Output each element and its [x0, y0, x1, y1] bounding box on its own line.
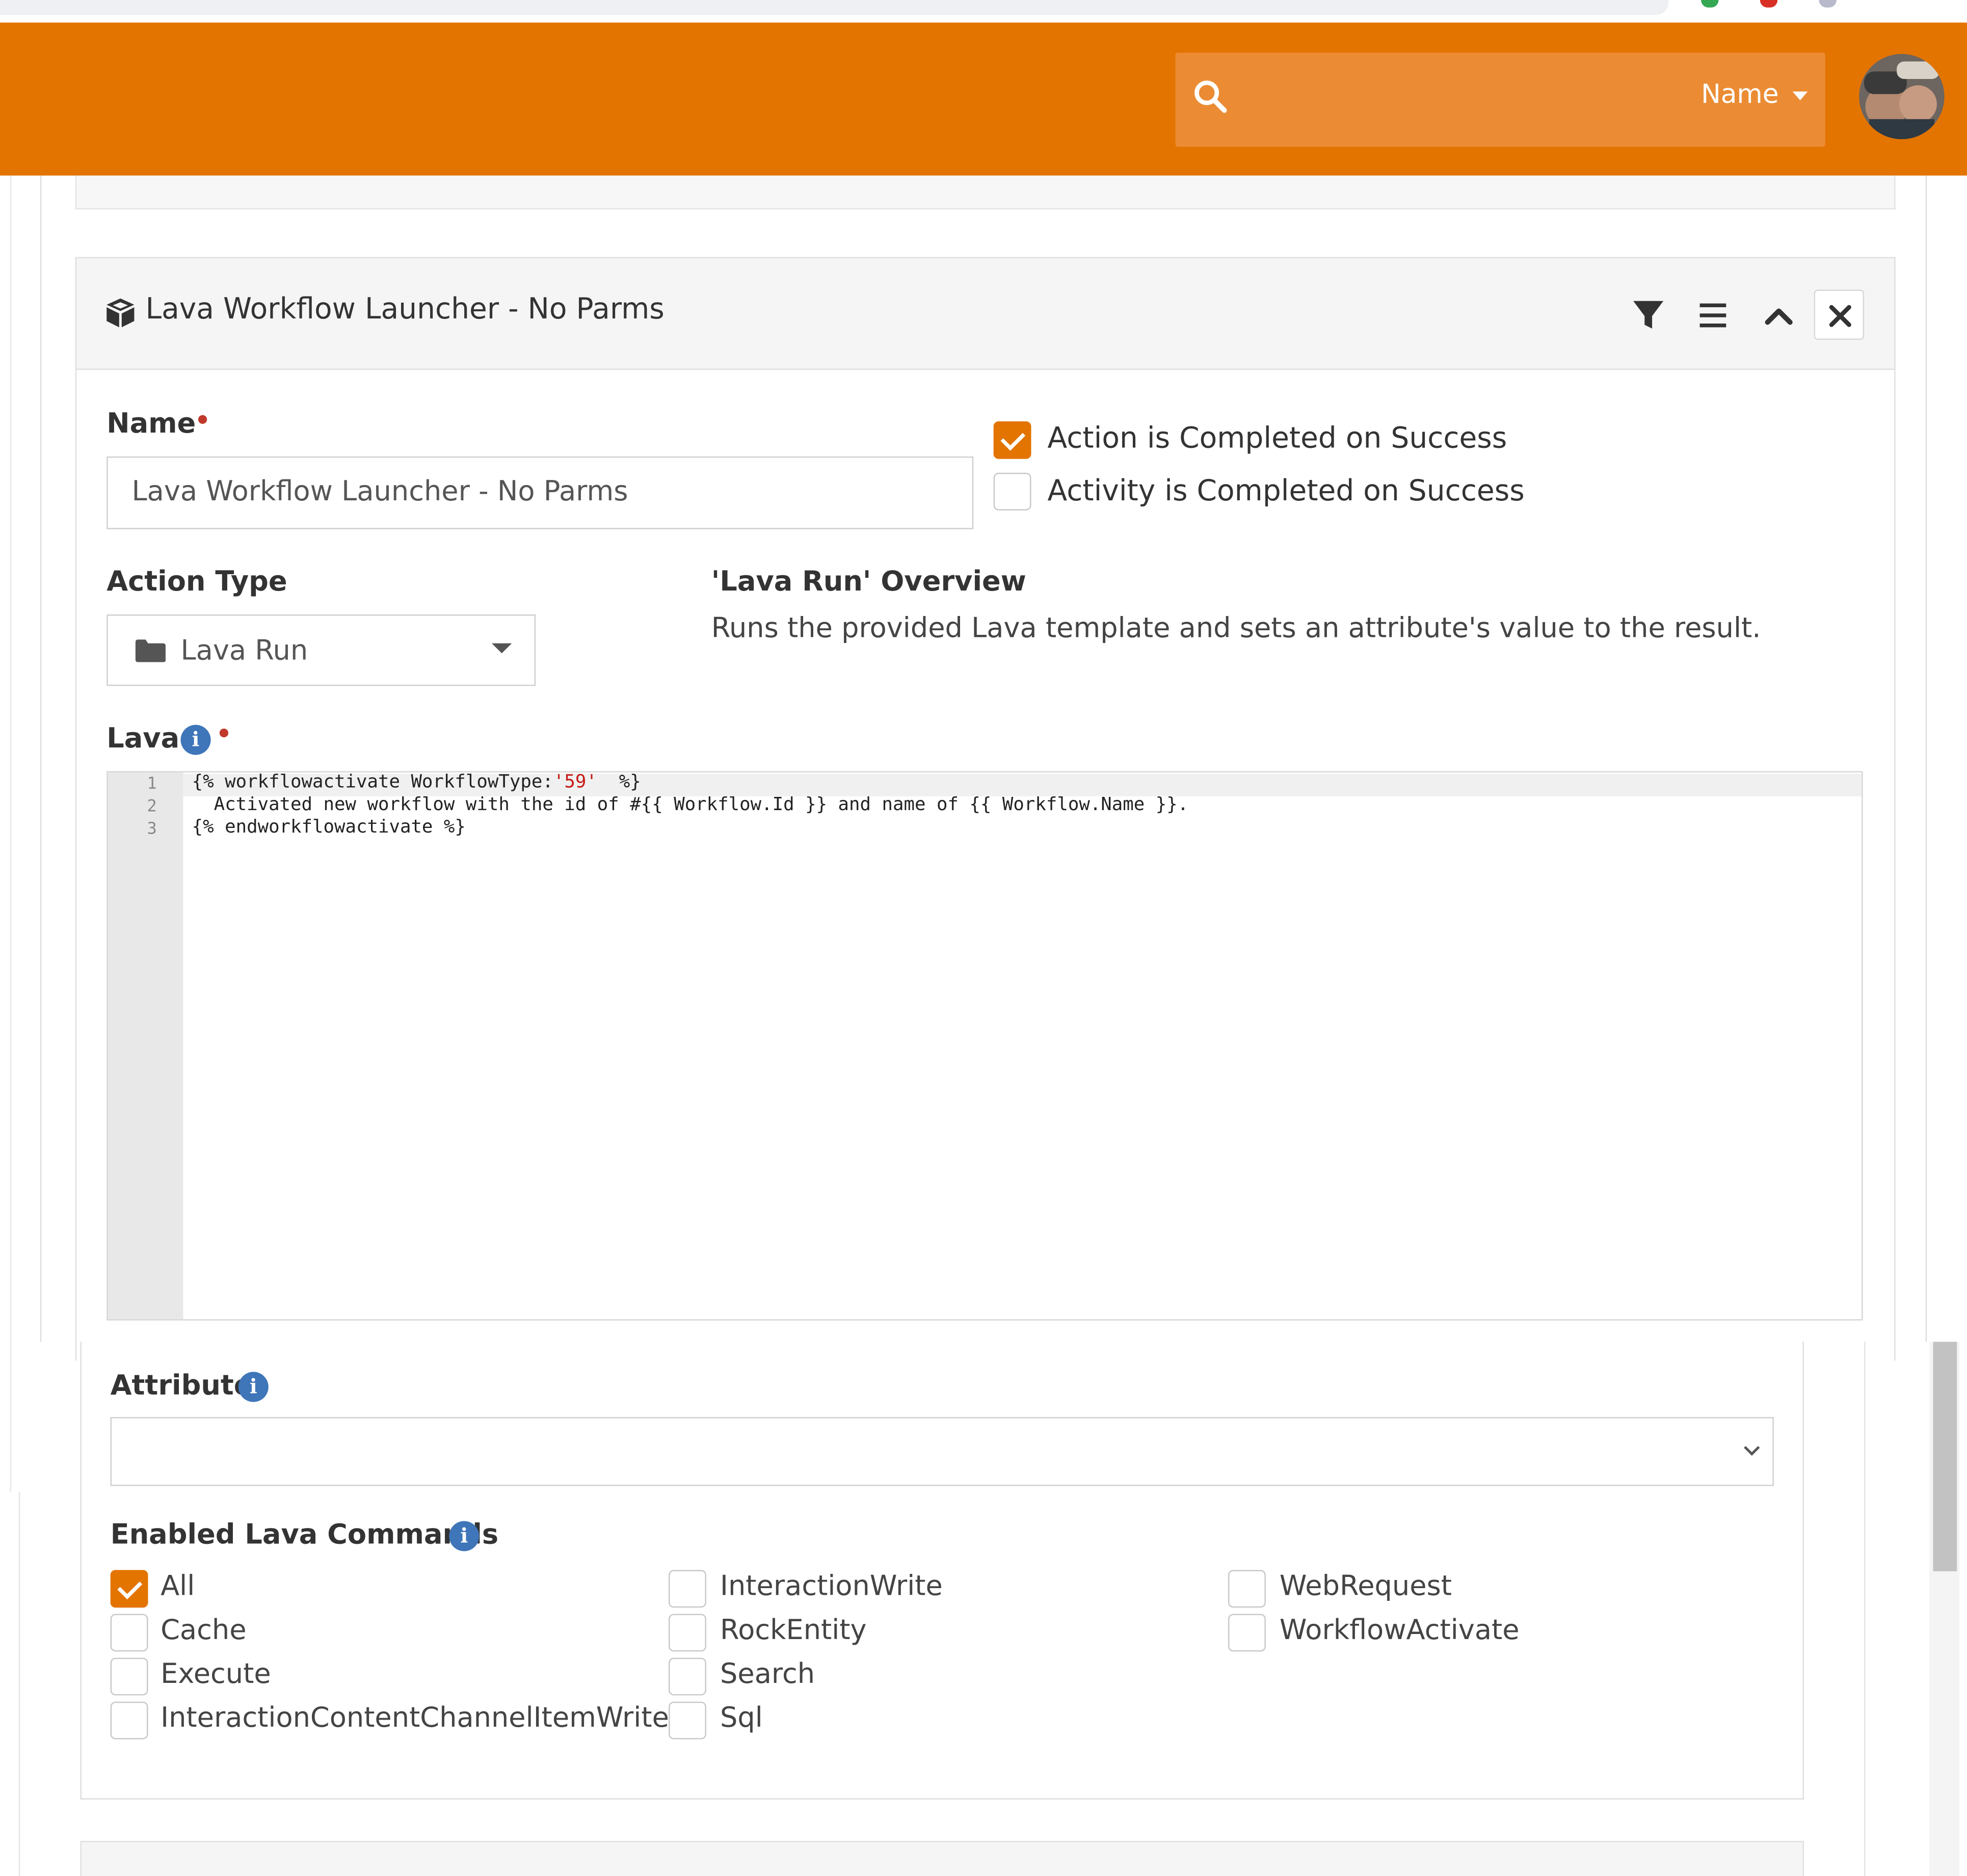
command-label: Search	[720, 1659, 815, 1691]
command-search-checkbox[interactable]	[669, 1657, 706, 1696]
command-webrequest-checkbox[interactable]	[1228, 1570, 1266, 1608]
folder-icon	[135, 639, 166, 662]
command-cache-checkbox[interactable]	[110, 1614, 148, 1652]
code-token: %}	[597, 772, 641, 793]
code-line[interactable]: {% workflowactivate WorkflowType:'59' %}	[192, 772, 641, 792]
required-indicator	[219, 728, 229, 738]
action-panel-border	[1802, 1342, 1804, 1800]
info-icon[interactable]: i	[238, 1372, 269, 1402]
lava-label: Lava	[107, 723, 180, 755]
caret-down-icon	[1792, 91, 1807, 100]
activity-completed-label: Activity is Completed on Success	[1047, 475, 1525, 508]
filter-icon[interactable]	[1623, 291, 1673, 339]
action-type-value: Lava Run	[180, 635, 308, 667]
scrollbar-thumb[interactable]	[1933, 1342, 1957, 1571]
command-label: Cache	[161, 1615, 247, 1647]
enabled-commands-label: Enabled Lava Commands	[110, 1519, 499, 1551]
command-label: InteractionContentChannelItemWrite	[161, 1703, 669, 1734]
command-label: Sql	[720, 1703, 763, 1734]
activity-completed-checkbox[interactable]	[993, 472, 1031, 511]
avatar[interactable]	[1859, 53, 1945, 140]
close-icon	[1829, 305, 1851, 327]
command-label: WorkflowActivate	[1279, 1615, 1520, 1647]
code-token: {% workflowactivate WorkflowType:	[192, 772, 553, 793]
line-number: 1	[147, 775, 157, 794]
action-panel-border	[80, 1798, 1804, 1800]
overview-description: Runs the provided Lava template and sets…	[711, 613, 1761, 645]
code-line[interactable]: Activated new workflow with the id of #{…	[192, 795, 1189, 815]
command-label: All	[161, 1571, 195, 1603]
action-completed-label: Action is Completed on Success	[1047, 422, 1507, 455]
command-workflowactivate-checkbox[interactable]	[1228, 1614, 1266, 1652]
page-frame	[1925, 175, 1927, 1342]
action-completed-checkbox[interactable]	[993, 421, 1031, 459]
page-frame	[40, 175, 42, 1342]
command-label: WebRequest	[1279, 1571, 1452, 1603]
line-number: 3	[147, 820, 157, 839]
close-button[interactable]	[1814, 289, 1865, 340]
command-interactioncontentchannelitemwrite-checkbox[interactable]	[110, 1701, 148, 1739]
command-all-checkbox[interactable]	[110, 1570, 148, 1608]
next-action-panel	[80, 1841, 1804, 1876]
bars-icon[interactable]	[1688, 291, 1738, 339]
page-frame	[18, 1492, 20, 1876]
action-panel-border	[80, 1342, 82, 1800]
cube-icon	[107, 298, 135, 328]
info-icon[interactable]: i	[449, 1521, 480, 1551]
command-rockentity-checkbox[interactable]	[669, 1614, 706, 1652]
command-label: InteractionWrite	[720, 1571, 943, 1603]
action-type-select[interactable]	[107, 614, 536, 686]
info-icon[interactable]: i	[180, 725, 211, 755]
command-sql-checkbox[interactable]	[669, 1701, 706, 1739]
attribute-label: Attribute	[110, 1371, 253, 1402]
lava-code-editor[interactable]	[107, 771, 1863, 1321]
attribute-select[interactable]	[110, 1417, 1774, 1486]
search-icon[interactable]	[1192, 78, 1230, 116]
page-frame	[10, 175, 12, 1492]
search-type-dropdown[interactable]: Name	[1701, 79, 1807, 109]
panel-title: Lava Workflow Launcher - No Parms	[145, 293, 664, 326]
action-type-label: Action Type	[107, 567, 287, 598]
name-label: Name	[107, 409, 196, 440]
command-execute-checkbox[interactable]	[110, 1657, 148, 1696]
chevron-up-icon[interactable]	[1753, 291, 1803, 339]
overview-title: 'Lava Run' Overview	[711, 567, 1026, 598]
command-label: Execute	[161, 1659, 271, 1691]
command-interactionwrite-checkbox[interactable]	[669, 1570, 706, 1608]
command-label: RockEntity	[720, 1615, 867, 1647]
browser-tab-strip	[0, 0, 1669, 15]
search-type-label: Name	[1701, 79, 1779, 110]
line-number: 2	[147, 797, 157, 817]
code-line[interactable]: {% endworkflowactivate %}	[192, 818, 466, 838]
page-frame	[1864, 1342, 1866, 1876]
required-indicator	[198, 415, 207, 424]
previous-action-panel	[75, 175, 1896, 210]
code-string-token: '59'	[553, 772, 597, 793]
name-input[interactable]: Lava Workflow Launcher - No Parms	[107, 456, 974, 529]
editor-gutter	[108, 772, 183, 1320]
caret-down-icon	[491, 643, 512, 654]
